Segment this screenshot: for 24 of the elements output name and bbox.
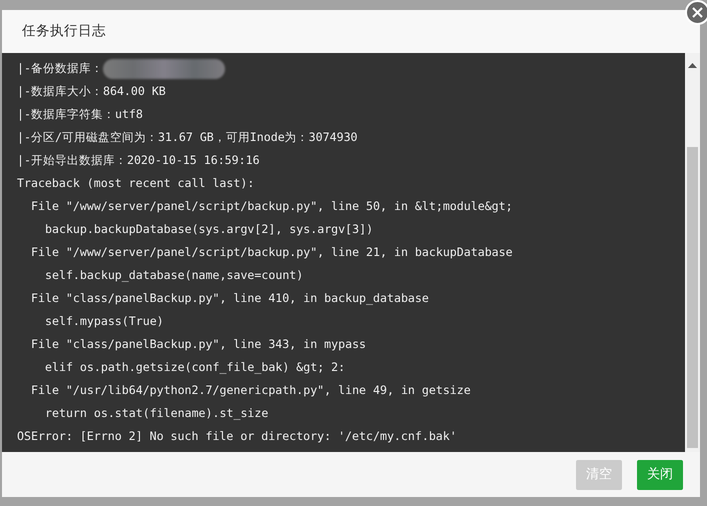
log-line: File "/www/server/panel/script/backup.py", line 50, in &lt;module&gt;	[31, 198, 513, 215]
log-line: File "/usr/lib64/python2.7/genericpath.py", line 49, in getsize	[31, 382, 471, 399]
scroll-up-icon[interactable]	[688, 63, 697, 69]
dialog-title: 任务执行日志	[22, 22, 106, 42]
log-line: |-分区/可用磁盘空间为：31.67 GB，可用Inode为：3074930	[17, 129, 358, 146]
log-line: Traceback (most recent call last):	[17, 175, 254, 192]
log-line: |-备份数据库：	[17, 60, 103, 77]
log-line: File "class/panelBackup.py", line 410, in backup_database	[31, 290, 429, 307]
log-line: self.mypass(True)	[45, 313, 164, 330]
log-line: elif os.path.getsize(conf_file_bak) &gt; 2:	[45, 359, 346, 376]
log-line: |-数据库字符集：utf8	[17, 106, 143, 123]
log-line: File "/www/server/panel/script/backup.py", line 21, in backupDatabase	[31, 244, 513, 261]
close-icon	[692, 7, 703, 18]
log-line: return os.stat(filename).st_size	[45, 405, 268, 422]
log-line: |-数据库大小：864.00 KB	[17, 83, 166, 100]
scroll-thumb[interactable]	[687, 147, 698, 448]
log-line: File "class/panelBackup.py", line 343, in mypass	[31, 336, 366, 353]
log-line: self.backup_database(name,save=count)	[45, 267, 304, 284]
log-line: OSError: [Errno 2] No such file or directory: '/etc/my.cnf.bak'	[17, 428, 457, 445]
log-line: backup.backupDatabase(sys.argv[2], sys.argv[3])	[45, 221, 374, 238]
close-button[interactable]	[685, 0, 707, 25]
close-dialog-button[interactable]: 关闭	[637, 460, 683, 490]
log-line: |-开始导出数据库：2020-10-15 16:59:16	[17, 152, 260, 169]
scrollbar[interactable]	[685, 53, 700, 452]
